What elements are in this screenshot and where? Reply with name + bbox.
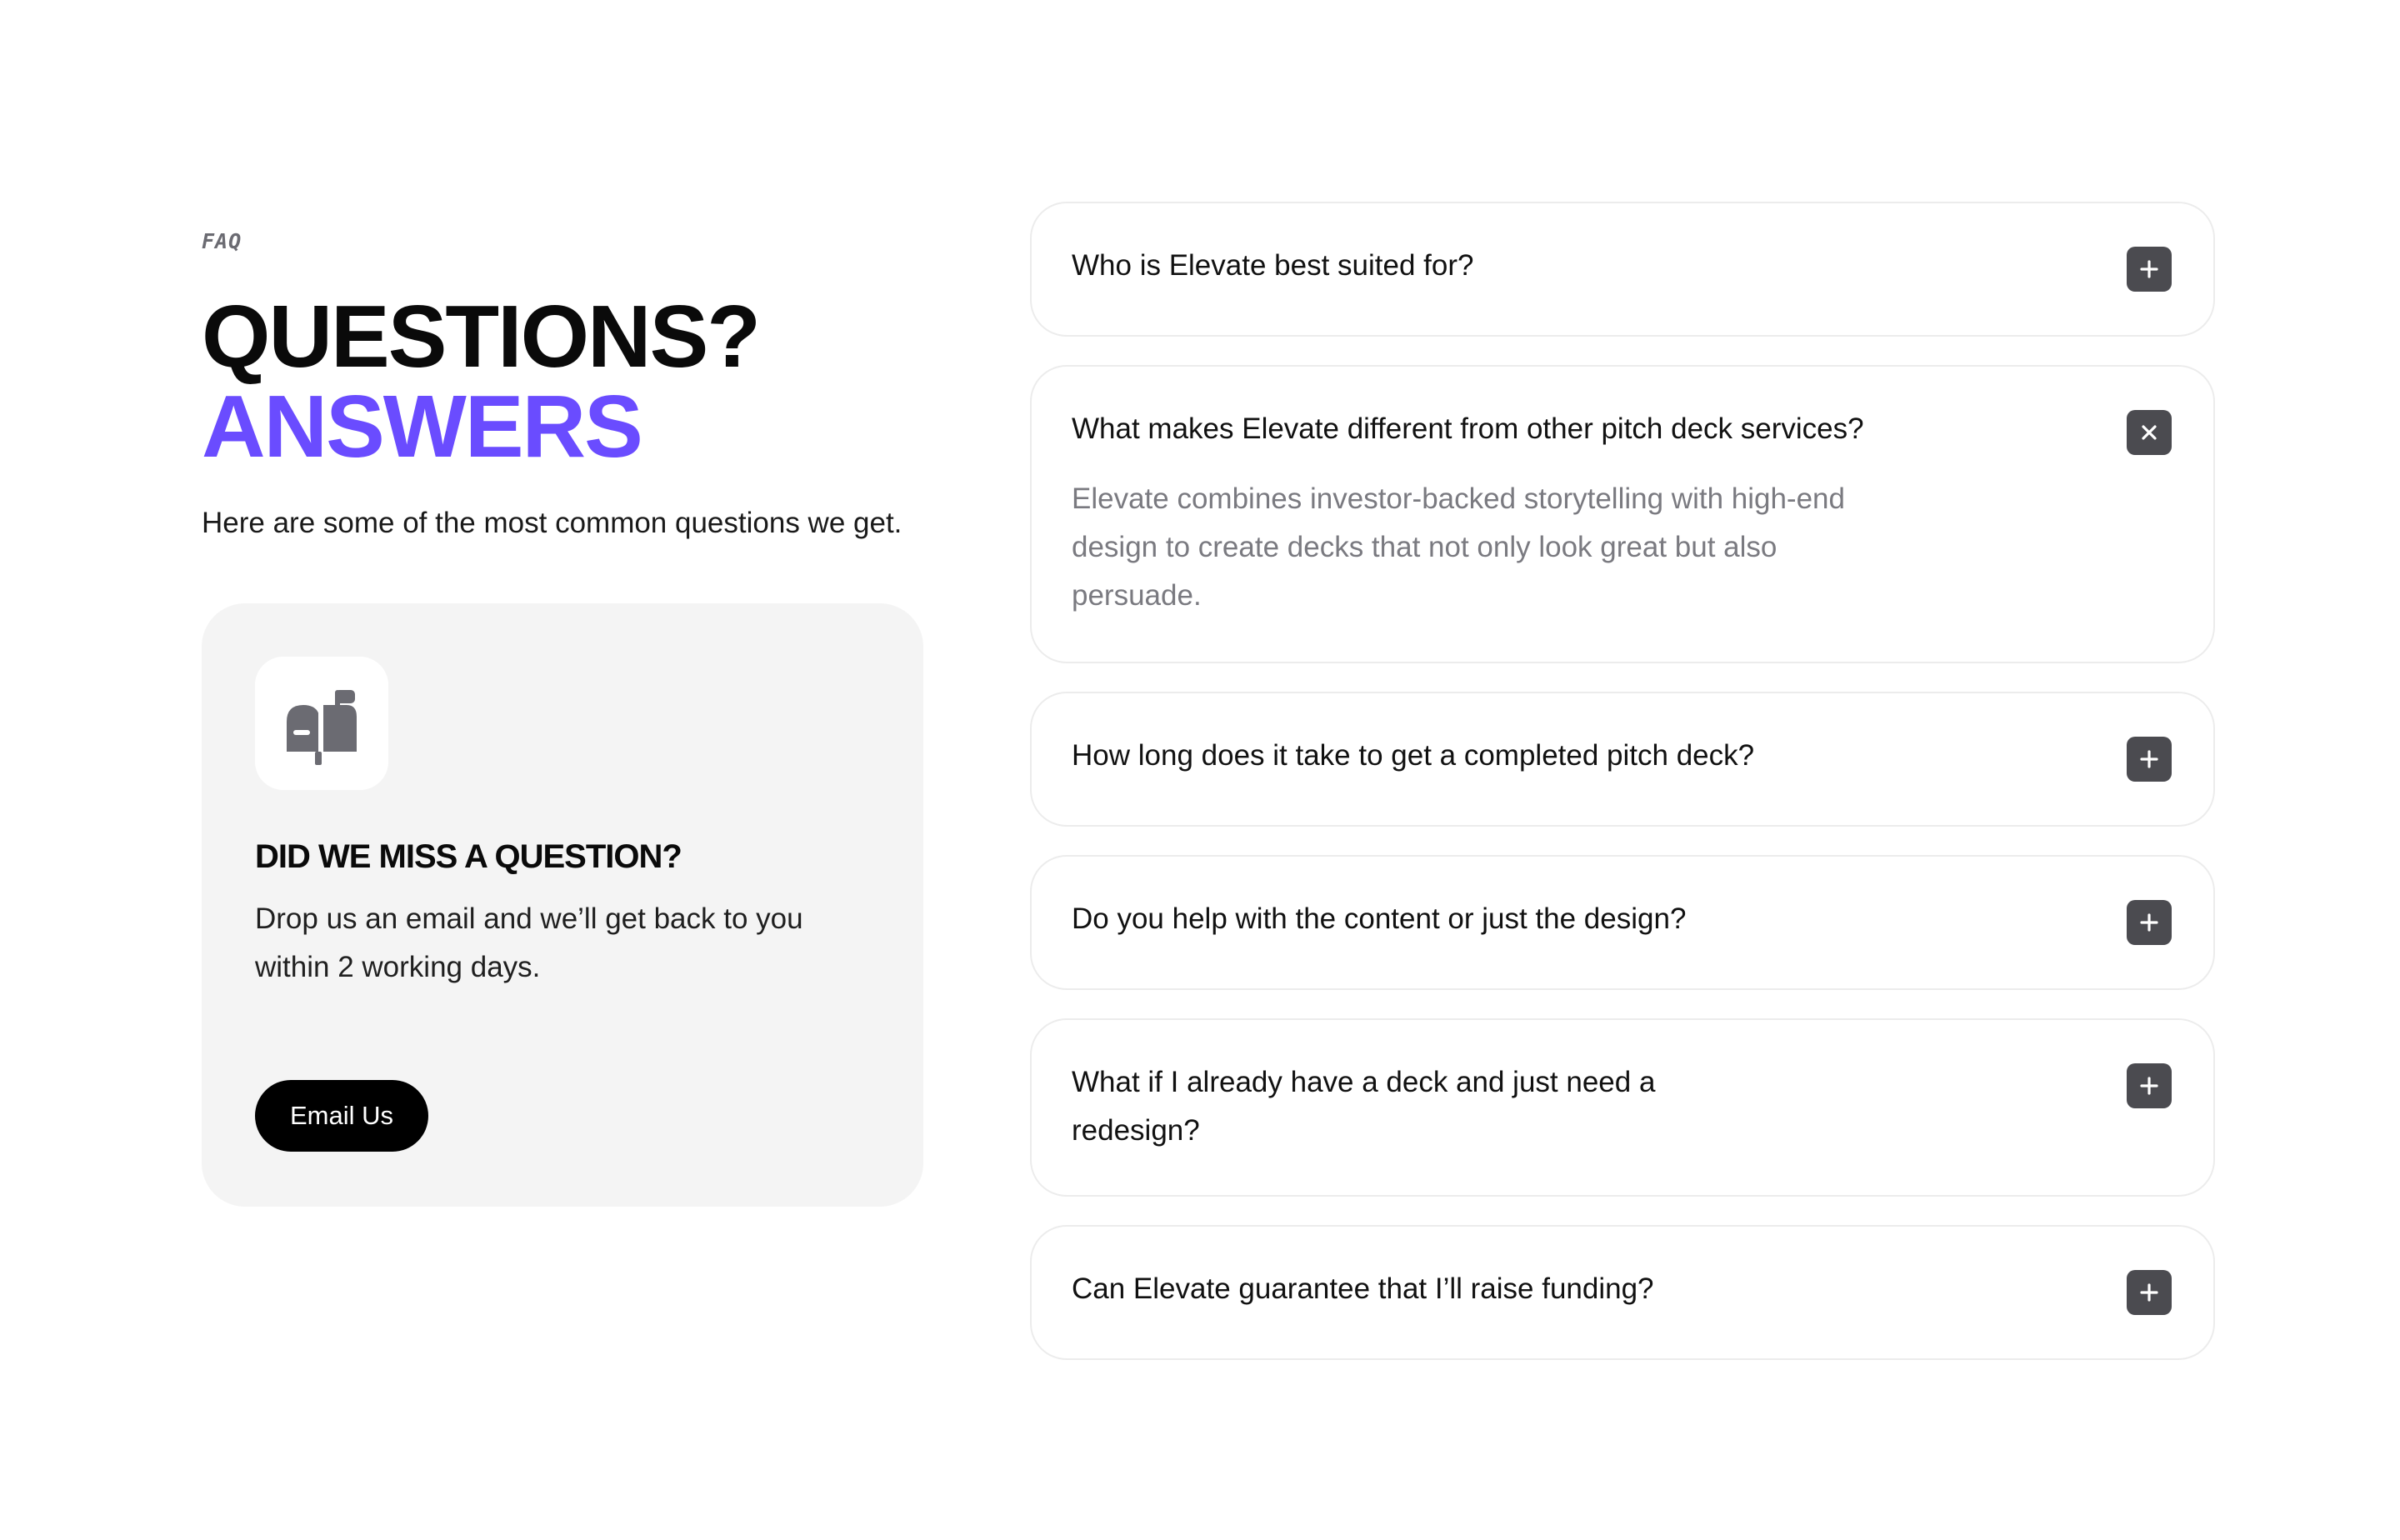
faq-item[interactable]: How long does it take to get a completed… bbox=[1030, 692, 2215, 827]
heading-line-answers: ANSWERS bbox=[202, 378, 643, 476]
faq-item-expanded[interactable]: What makes Elevate different from other … bbox=[1030, 365, 2215, 663]
contact-card: DID WE MISS A QUESTION? Drop us an email… bbox=[202, 603, 923, 1207]
faq-question[interactable]: Do you help with the content or just the… bbox=[1072, 895, 2063, 943]
plus-icon bbox=[2140, 913, 2158, 932]
expand-toggle-button[interactable] bbox=[2127, 1270, 2172, 1315]
heading-line-questions: QUESTIONS? bbox=[202, 288, 761, 386]
faq-question[interactable]: What if I already have a deck and just n… bbox=[1072, 1058, 1705, 1155]
expand-toggle-button[interactable] bbox=[2127, 247, 2172, 292]
email-us-button[interactable]: Email Us bbox=[255, 1080, 428, 1152]
plus-icon bbox=[2140, 260, 2158, 278]
faq-item[interactable]: Who is Elevate best suited for? bbox=[1030, 202, 2215, 337]
contact-card-text: Drop us an email and we’ll get back to y… bbox=[255, 902, 803, 983]
faq-answer: Elevate combines investor-backed storyte… bbox=[1072, 482, 1845, 612]
faq-intro-section: FAQ QUESTIONS? ANSWERS Here are some of … bbox=[202, 225, 927, 1207]
close-icon bbox=[2142, 425, 2157, 440]
faq-item[interactable]: Can Elevate guarantee that I’ll raise fu… bbox=[1030, 1225, 2215, 1360]
collapse-toggle-button[interactable] bbox=[2127, 410, 2172, 455]
faq-accordion: Who is Elevate best suited for? What mak… bbox=[1030, 202, 2215, 1388]
page-title: QUESTIONS? ANSWERS bbox=[202, 292, 927, 472]
expand-toggle-button[interactable] bbox=[2127, 1063, 2172, 1108]
faq-question[interactable]: Can Elevate guarantee that I’ll raise fu… bbox=[1072, 1265, 2063, 1313]
contact-card-title: DID WE MISS A QUESTION? bbox=[255, 838, 682, 875]
plus-icon bbox=[2140, 1283, 2158, 1302]
faq-question[interactable]: What makes Elevate different from other … bbox=[1072, 405, 2063, 453]
faq-item[interactable]: What if I already have a deck and just n… bbox=[1030, 1018, 2215, 1197]
section-eyebrow: FAQ bbox=[202, 229, 242, 253]
plus-icon bbox=[2140, 750, 2158, 768]
mailbox-icon bbox=[287, 690, 357, 765]
intro-text: Here are some of the most common questio… bbox=[202, 507, 902, 539]
expand-toggle-button[interactable] bbox=[2127, 900, 2172, 945]
faq-question[interactable]: Who is Elevate best suited for? bbox=[1072, 242, 2063, 290]
mailbox-icon-container bbox=[255, 657, 388, 790]
expand-toggle-button[interactable] bbox=[2127, 737, 2172, 782]
plus-icon bbox=[2140, 1077, 2158, 1095]
faq-item[interactable]: Do you help with the content or just the… bbox=[1030, 855, 2215, 990]
faq-question[interactable]: How long does it take to get a completed… bbox=[1072, 732, 2063, 780]
